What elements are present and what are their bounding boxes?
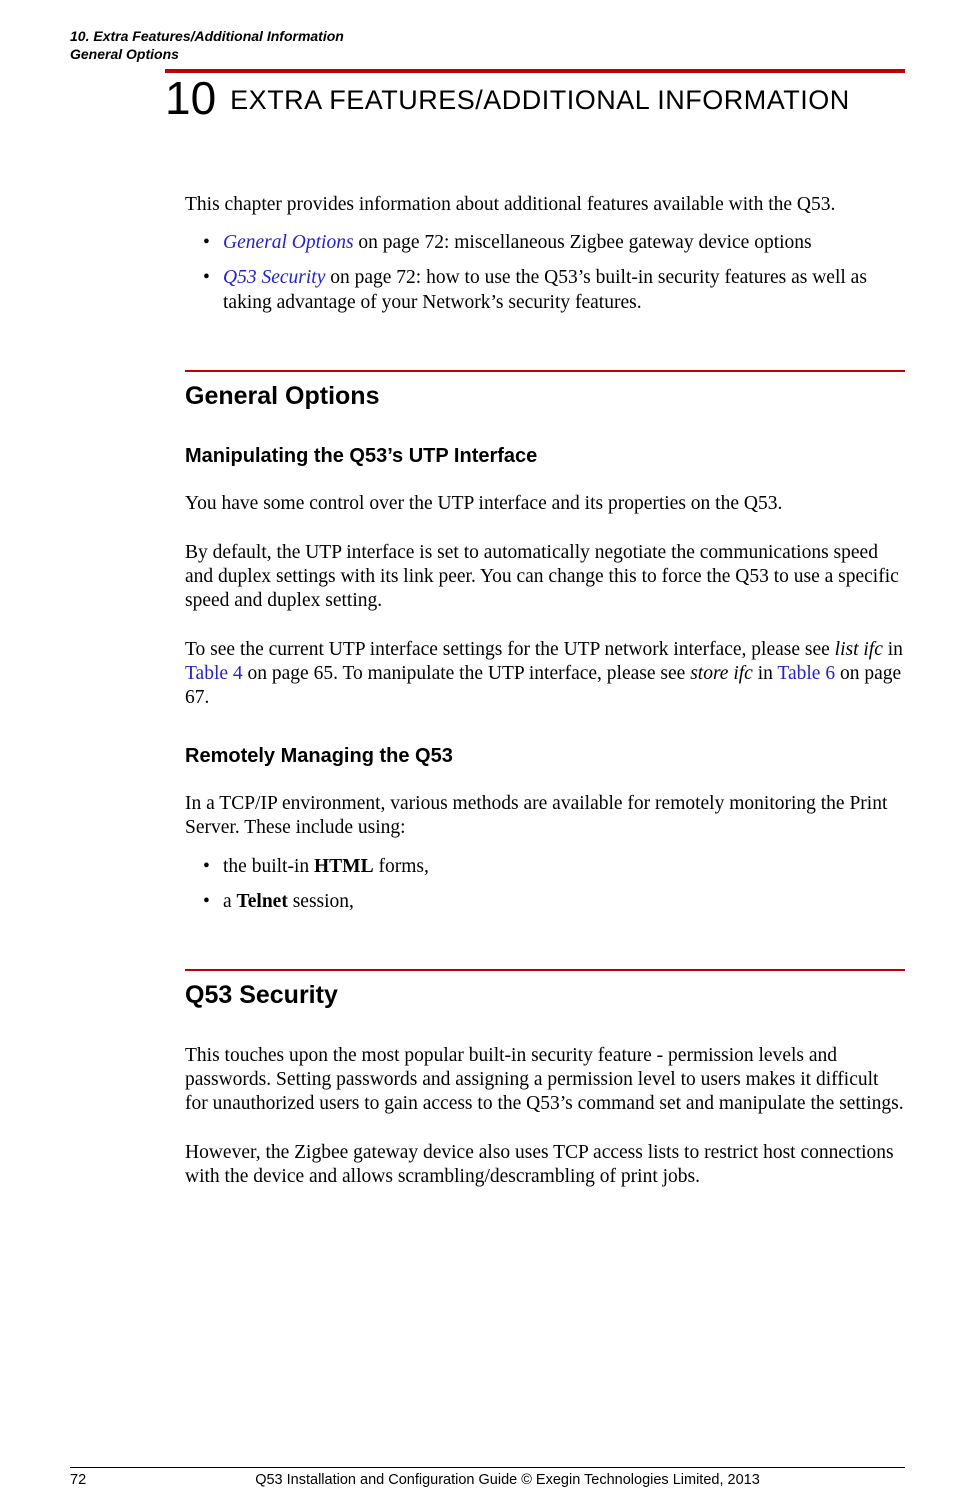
section-title-security: Q53 Security (185, 981, 905, 1010)
chapter-number: 10 (165, 75, 216, 121)
remote-bullet-html: the built-in HTML forms, (223, 855, 905, 880)
subsection-title-remote: Remotely Managing the Q53 (185, 745, 905, 768)
page-footer: 72 Q53 Installation and Configuration Gu… (70, 1467, 905, 1488)
intro-paragraph: This chapter provides information about … (185, 193, 905, 217)
toc-text-general: on page 72: miscellaneous Zigbee gateway… (354, 232, 812, 253)
security-p1: This touches upon the most popular built… (185, 1044, 905, 1117)
remote-b1-pre: the built-in (223, 856, 314, 877)
toc-link-general[interactable]: General Options (223, 232, 354, 253)
utp-p2: By default, the UTP interface is set to … (185, 541, 905, 614)
footer-text: Q53 Installation and Configuration Guide… (110, 1472, 905, 1488)
remote-b1-bold: HTML (314, 856, 374, 877)
toc-item-security: Q53 Security on page 72: how to use the … (223, 266, 905, 316)
section-rule-general (185, 370, 905, 372)
utp-cmd-store-ifc: store ifc (690, 663, 753, 684)
content-area: This chapter provides information about … (185, 193, 905, 1189)
running-head-line1: 10. Extra Features/Additional Informatio… (70, 28, 905, 46)
running-head: 10. Extra Features/Additional Informatio… (70, 28, 905, 63)
remote-b1-post: forms, (374, 856, 429, 877)
utp-cmd-list-ifc: list ifc (835, 639, 883, 660)
page-number: 72 (70, 1472, 110, 1488)
utp-p3-mid2: on page 65. To manipulate the UTP interf… (243, 663, 691, 684)
utp-p1: You have some control over the UTP inter… (185, 492, 905, 516)
utp-p3-mid3: in (753, 663, 778, 684)
chapter-toc: General Options on page 72: miscellaneou… (185, 231, 905, 316)
remote-p1: In a TCP/IP environment, various methods… (185, 792, 905, 841)
section-rule-security (185, 969, 905, 971)
security-p2: However, the Zigbee gateway device also … (185, 1141, 905, 1190)
chapter-title: EXTRA FEATURES/ADDITIONAL INFORMATION (230, 85, 850, 116)
remote-b2-bold: Telnet (237, 891, 288, 912)
section-title-general: General Options (185, 382, 905, 411)
chapter-heading: 10 EXTRA FEATURES/ADDITIONAL INFORMATION (165, 69, 905, 121)
subsection-title-utp: Manipulating the Q53’s UTP Interface (185, 445, 905, 468)
utp-p3-pre: To see the current UTP interface setting… (185, 639, 835, 660)
toc-link-security[interactable]: Q53 Security (223, 267, 325, 288)
remote-b2-pre: a (223, 891, 237, 912)
link-table-6[interactable]: Table 6 (777, 663, 835, 684)
utp-p3-mid1: in (883, 639, 903, 660)
toc-item-general: General Options on page 72: miscellaneou… (223, 231, 905, 256)
link-table-4[interactable]: Table 4 (185, 663, 243, 684)
remote-b2-post: session, (288, 891, 354, 912)
running-head-line2: General Options (70, 46, 905, 64)
utp-p3: To see the current UTP interface setting… (185, 638, 905, 711)
remote-bullet-telnet: a Telnet session, (223, 890, 905, 915)
remote-bullets: the built-in HTML forms, a Telnet sessio… (185, 855, 905, 915)
